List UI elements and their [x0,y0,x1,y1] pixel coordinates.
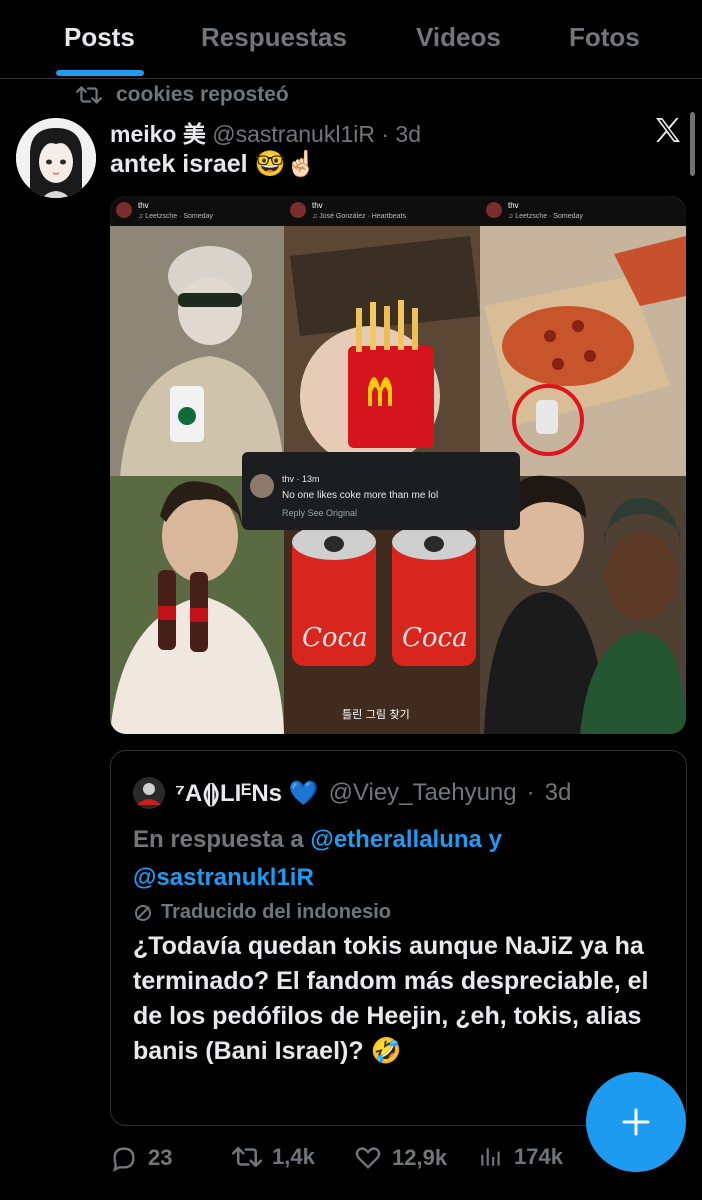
quote-avatar[interactable] [133,777,165,809]
reply-count: 23 [148,1145,173,1170]
tweet-text: antek israel 🤓☝🏻 [110,150,317,178]
reply-context: En respuesta a @etherallaluna y @sastran… [133,821,673,897]
comment-actions: Reply See Original [282,508,357,518]
tweet-header: meiko 美 @sastranukl1iR · 3d [110,115,421,149]
media-collage: Coca Coca thv · 13m No one likes coke mo… [110,196,686,734]
tab-videos[interactable]: Videos [416,22,501,53]
heart-icon [355,1147,381,1169]
comment-text: No one likes coke more than me lol [282,490,438,501]
tab-fotos[interactable]: Fotos [569,22,640,53]
quote-text: ¿Todavía quedan tokis aunque NaJiZ ya ha… [133,932,649,1065]
can-text-left: Coca [302,623,368,653]
reply-button[interactable]: 23 [110,1144,172,1172]
tweet-media[interactable]: Coca Coca thv · 13m No one likes coke mo… [110,196,686,734]
views-icon [481,1148,500,1166]
tweet-time[interactable]: 3d [395,121,421,147]
bottom-caption: 틀린 그림 찾기 [342,708,410,721]
mention-sastranukl1ir[interactable]: @sastranukl1iR [133,864,314,891]
svg-text:♫ José González · Heartbeats: ♫ José González · Heartbeats [312,213,406,220]
like-count: 12,9k [392,1145,448,1170]
scrollbar[interactable] [690,112,695,176]
mention-etherallaluna[interactable]: @etherallaluna [310,826,481,853]
repost-action-icon [232,1147,262,1167]
svg-text:thv: thv [508,201,519,210]
separator-dot: · [381,121,390,147]
repost-indicator: cookies reposteó [76,82,289,108]
views-button[interactable]: 174k [478,1144,563,1170]
tab-respuestas[interactable]: Respuestas [201,22,347,53]
repost-text: cookies reposteó [116,83,289,106]
svg-text:♫ Leetzsche · Someday: ♫ Leetzsche · Someday [138,213,213,220]
repost-button[interactable]: 1,4k [232,1144,315,1170]
plus-icon [622,1108,650,1136]
comment-user: thv · 13m [282,474,320,484]
translation-text: Traducido del indonesio [161,901,392,923]
profile-tabs: Posts Respuestas Videos Fotos [0,0,702,79]
reply-icon [112,1147,135,1172]
avatar-image [16,118,96,198]
x-logo-icon[interactable] [652,114,684,146]
active-tab-indicator [56,70,144,76]
repost-icon [76,86,102,104]
author-handle[interactable]: @sastranukl1iR [212,121,375,147]
svg-text:thv: thv [312,201,323,210]
svg-text:thv: thv [138,201,149,210]
like-button[interactable]: 12,9k [354,1144,447,1172]
quote-separator-dot: · [526,779,535,806]
quote-time[interactable]: 3d [545,779,572,807]
translation-indicator[interactable]: Traducido del indonesio [133,901,391,924]
reply-conjunction: y [488,826,502,853]
svg-text:♫ Leetzsche · Someday: ♫ Leetzsche · Someday [508,213,583,220]
tab-posts[interactable]: Posts [64,22,135,53]
compose-button[interactable] [586,1072,686,1172]
author-name[interactable]: meiko 美 [110,121,206,147]
views-count: 174k [514,1144,563,1169]
avatar[interactable] [16,118,96,198]
quote-header: ⁷A⟬⟭LIᴱNs 💙 @Viey_Taehyung · 3d [133,777,571,809]
repost-count: 1,4k [272,1144,315,1169]
reply-prefix: En respuesta a [133,826,304,853]
quote-author-name[interactable]: ⁷A⟬⟭LIᴱNs 💙 [175,779,319,808]
translate-icon [135,904,151,921]
quote-author-handle[interactable]: @Viey_Taehyung [329,779,517,807]
can-text-right: Coca [402,623,468,653]
quoted-tweet[interactable]: ⁷A⟬⟭LIᴱNs 💙 @Viey_Taehyung · 3d En respu… [110,750,687,1126]
